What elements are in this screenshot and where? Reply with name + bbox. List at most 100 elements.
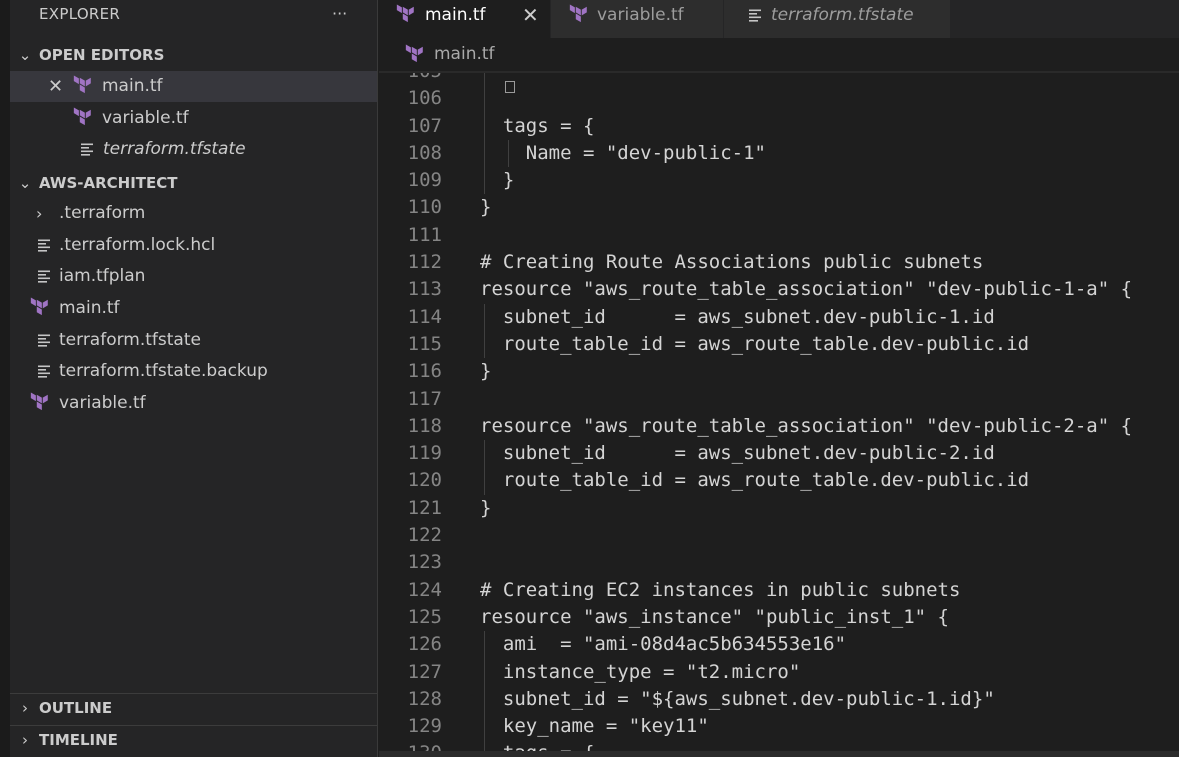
code-text: route_table_id = aws_route_table.dev-pub… bbox=[480, 469, 1030, 492]
breadcrumb: main.tf bbox=[379, 38, 1179, 72]
line-number: 106 bbox=[407, 87, 442, 110]
line-number: 115 bbox=[407, 332, 442, 355]
code-line[interactable]: 123 bbox=[379, 549, 1179, 576]
terraform-icon bbox=[404, 44, 426, 66]
folder-terraform[interactable]: › .terraform bbox=[10, 198, 377, 229]
chevron-right-icon: › bbox=[36, 204, 43, 223]
line-number: 121 bbox=[407, 496, 442, 519]
code-line[interactable]: 128 subnet_id = "${aws_subnet.dev-public… bbox=[379, 685, 1179, 714]
lines-icon bbox=[748, 8, 762, 22]
open-editor-terraform-tfstate[interactable]: terraform.tfstate bbox=[10, 134, 377, 165]
code-text: } bbox=[480, 360, 492, 383]
tab-label: variable.tf bbox=[597, 5, 684, 25]
code-text: # Creating EC2 instances in public subne… bbox=[480, 578, 961, 601]
editor-tab-bar: main.tf ✕ variable.tf terraform.tfstate bbox=[379, 0, 1179, 38]
code-text: tags = { bbox=[480, 114, 595, 137]
file-variable-tf[interactable]: variable.tf bbox=[10, 388, 377, 419]
code-line[interactable]: 127 instance_type = "t2.micro" bbox=[379, 658, 1179, 686]
more-actions-icon[interactable]: ··· bbox=[332, 4, 347, 23]
terraform-icon bbox=[72, 107, 94, 129]
line-number: 112 bbox=[407, 251, 442, 274]
tab-terraform-tfstate[interactable]: terraform.tfstate bbox=[724, 0, 951, 38]
file-terraform-tfstate-backup[interactable]: terraform.tfstate.backup bbox=[10, 356, 377, 387]
line-number: 124 bbox=[407, 578, 442, 601]
timeline-label: TIMELINE bbox=[39, 731, 118, 749]
code-line[interactable]: 120 route_table_id = aws_route_table.dev… bbox=[379, 467, 1179, 495]
timeline-section[interactable]: › TIMELINE bbox=[10, 725, 377, 753]
code-text: key_name = "key11" bbox=[480, 715, 709, 738]
line-number: 111 bbox=[407, 223, 442, 246]
open-editors-label: OPEN EDITORS bbox=[39, 46, 165, 64]
code-line[interactable]: 122 bbox=[379, 522, 1179, 549]
line-number: 118 bbox=[407, 414, 442, 437]
code-line[interactable]: 112 # Creating Route Associations public … bbox=[379, 249, 1179, 276]
line-number: 120 bbox=[407, 469, 442, 492]
code-line[interactable]: 126 ami = "ami-08d4ac5b634553e16" bbox=[379, 631, 1179, 659]
file-label: iam.tfplan bbox=[59, 266, 146, 286]
chevron-right-icon: › bbox=[22, 699, 28, 717]
terraform-icon bbox=[29, 392, 51, 414]
outline-section[interactable]: › OUTLINE bbox=[10, 693, 377, 721]
code-line[interactable]: 117 bbox=[379, 386, 1179, 413]
code-line[interactable]: 115 route_table_id = aws_route_table.dev… bbox=[379, 330, 1179, 359]
chevron-down-icon: ⌄ bbox=[18, 174, 32, 192]
code-editor[interactable]: 105106107 tags = {108 Name = "dev-public… bbox=[379, 72, 1179, 757]
lines-icon bbox=[37, 269, 51, 283]
code-line[interactable]: 105 bbox=[379, 72, 1179, 86]
code-text: subnet_id = aws_subnet.dev-public-1.id bbox=[480, 305, 995, 328]
code-line[interactable]: 119 subnet_id = aws_subnet.dev-public-2.… bbox=[379, 440, 1179, 468]
line-number: 123 bbox=[407, 551, 442, 574]
code-line[interactable]: 125 resource "aws_instance" "public_inst_… bbox=[379, 604, 1179, 631]
code-line[interactable]: 118 resource "aws_route_table_association… bbox=[379, 413, 1179, 440]
file-terraform-tfstate[interactable]: terraform.tfstate bbox=[10, 325, 377, 356]
editor-top-rule bbox=[379, 72, 1179, 73]
code-line[interactable]: 106 bbox=[379, 81, 1179, 113]
lines-icon bbox=[37, 333, 51, 347]
close-icon[interactable]: ✕ bbox=[522, 0, 539, 30]
open-editor-variable-tf[interactable]: variable.tf bbox=[10, 103, 377, 134]
line-number: 108 bbox=[407, 141, 442, 164]
tab-main-tf[interactable]: main.tf ✕ bbox=[379, 0, 551, 38]
line-number: 109 bbox=[407, 169, 442, 192]
file-iam-tfplan[interactable]: iam.tfplan bbox=[10, 261, 377, 292]
line-number: 122 bbox=[407, 524, 442, 547]
file-terraform-lock-hcl[interactable]: .terraform.lock.hcl bbox=[10, 230, 377, 261]
code-line[interactable]: 109 } bbox=[379, 167, 1179, 195]
tab-variable-tf[interactable]: variable.tf bbox=[551, 0, 724, 38]
code-line[interactable]: 110} bbox=[379, 194, 1179, 221]
file-main-tf[interactable]: main.tf bbox=[10, 293, 377, 324]
file-label: .terraform.lock.hcl bbox=[59, 235, 216, 255]
horizontal-scrollbar[interactable] bbox=[379, 751, 1179, 757]
code-line[interactable]: 111 bbox=[379, 222, 1179, 249]
code-line[interactable]: 116} bbox=[379, 358, 1179, 385]
aws-architect-section[interactable]: ⌄ AWS-ARCHITECT bbox=[10, 169, 377, 197]
open-editors-section[interactable]: ⌄ OPEN EDITORS bbox=[10, 41, 377, 69]
code-text: resource "aws_instance" "public_inst_1" … bbox=[480, 605, 949, 628]
code-text: route_table_id = aws_route_table.dev-pub… bbox=[480, 332, 1030, 355]
indent-guide bbox=[484, 85, 485, 113]
code-text: instance_type = "t2.micro" bbox=[480, 660, 801, 683]
code-line[interactable]: 129 key_name = "key11" bbox=[379, 713, 1179, 741]
outline-label: OUTLINE bbox=[39, 699, 113, 717]
code-line[interactable]: 121} bbox=[379, 495, 1179, 522]
line-number: 129 bbox=[407, 715, 442, 738]
open-editor-main-tf[interactable]: ✕ main.tf bbox=[10, 71, 377, 102]
file-label: terraform.tfstate bbox=[103, 139, 246, 159]
file-label: .terraform bbox=[59, 203, 146, 223]
file-label: main.tf bbox=[102, 76, 163, 96]
file-label: variable.tf bbox=[102, 108, 189, 128]
code-line[interactable]: 108 Name = "dev-public-1" bbox=[379, 139, 1179, 168]
close-icon[interactable]: ✕ bbox=[48, 71, 63, 102]
code-line[interactable]: 114 subnet_id = aws_subnet.dev-public-1.… bbox=[379, 303, 1179, 331]
line-number: 119 bbox=[407, 442, 442, 465]
lines-icon bbox=[37, 238, 51, 252]
activity-bar-edge bbox=[0, 0, 10, 757]
code-line[interactable]: 107 tags = { bbox=[379, 112, 1179, 140]
file-label: terraform.tfstate bbox=[59, 330, 201, 350]
code-text: } bbox=[480, 169, 515, 192]
code-line[interactable]: 113 resource "aws_route_table_association… bbox=[379, 276, 1179, 303]
line-number: 117 bbox=[407, 387, 442, 410]
code-line[interactable]: 124 # Creating EC2 instances in public su… bbox=[379, 577, 1179, 604]
bracket-match-box bbox=[505, 81, 515, 94]
breadcrumb-file[interactable]: main.tf bbox=[434, 44, 495, 64]
